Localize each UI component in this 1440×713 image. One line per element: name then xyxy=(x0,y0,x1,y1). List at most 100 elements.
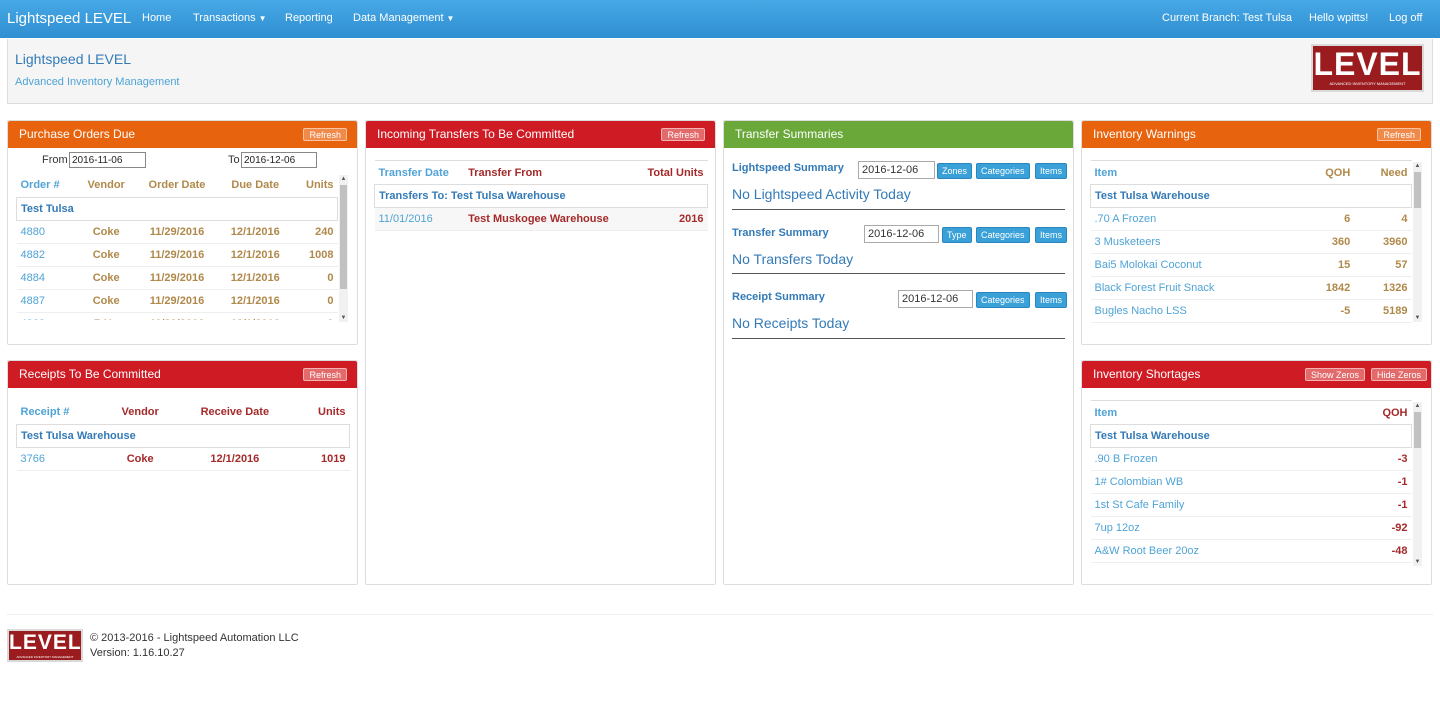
col-due-date[interactable]: Due Date xyxy=(218,173,292,198)
item-name[interactable]: .90 B Frozen xyxy=(1091,448,1339,471)
scrollbar[interactable]: ▲ ▼ xyxy=(339,175,348,322)
order-number[interactable]: 4887 xyxy=(17,289,78,312)
categories-button[interactable]: Categories xyxy=(976,163,1030,179)
receipt-number[interactable]: 3766 xyxy=(17,447,105,470)
col-item[interactable]: Item xyxy=(1090,160,1301,185)
scroll-down-icon[interactable]: ▼ xyxy=(1413,558,1422,566)
categories-button[interactable]: Categories xyxy=(976,292,1030,308)
to-date-input[interactable] xyxy=(241,152,317,168)
nav-logoff[interactable]: Log off xyxy=(1389,12,1422,24)
col-receive-date[interactable]: Receive Date xyxy=(175,400,295,425)
order-number[interactable]: 4880 xyxy=(17,220,78,243)
transfer-summaries-header: Transfer Summaries xyxy=(724,121,1073,148)
scroll-thumb[interactable] xyxy=(1414,172,1421,208)
item-name[interactable]: 3 Musketeers xyxy=(1091,231,1301,254)
items-button[interactable]: Items xyxy=(1035,292,1068,308)
table-row[interactable]: Bai5 Molokai Coconut 15 57 xyxy=(1090,254,1412,277)
transfer-date-input[interactable] xyxy=(864,225,939,243)
col-transfer-from[interactable]: Transfer From xyxy=(464,160,635,185)
col-order-date[interactable]: Order Date xyxy=(135,173,219,198)
col-vendor[interactable]: Vendor xyxy=(77,173,136,198)
navbar-brand[interactable]: Lightspeed LEVEL xyxy=(7,10,131,27)
refresh-button[interactable]: Refresh xyxy=(303,368,347,381)
scroll-up-icon[interactable]: ▲ xyxy=(1413,162,1422,170)
purchase-orders-table-wrap[interactable]: Order # Vendor Order Date Due Date Units… xyxy=(16,173,338,320)
hide-zeros-button[interactable]: Hide Zeros xyxy=(1370,368,1427,381)
table-row[interactable]: 11/01/2016 Test Muskogee Warehouse 2016 xyxy=(374,207,708,231)
table-row[interactable]: 1# Colombian WB -1 xyxy=(1090,471,1412,494)
col-item[interactable]: Item xyxy=(1090,400,1339,425)
transfer-date[interactable]: 11/01/2016 xyxy=(375,208,465,231)
col-qoh[interactable]: QOH xyxy=(1300,160,1355,185)
item-name[interactable]: .70 A Frozen xyxy=(1091,208,1301,231)
col-units[interactable]: Units xyxy=(291,173,338,198)
nav-data-management[interactable]: Data Management ▼ xyxy=(353,12,454,24)
receipt-date-input[interactable] xyxy=(898,290,973,308)
scroll-down-icon[interactable]: ▼ xyxy=(339,314,348,322)
item-name[interactable]: 1# Colombian WB xyxy=(1091,471,1339,494)
scroll-thumb[interactable] xyxy=(340,185,347,289)
scrollbar[interactable]: ▲ ▼ xyxy=(1413,162,1422,322)
col-receipt[interactable]: Receipt # xyxy=(16,400,105,425)
table-row[interactable]: .70 A Frozen 6 4 xyxy=(1090,208,1412,231)
items-button[interactable]: Items xyxy=(1035,227,1068,243)
item-name[interactable]: Bai5 Molokai Coconut xyxy=(1091,254,1301,277)
order-number[interactable]: 4882 xyxy=(17,243,78,266)
table-row[interactable]: 4884 Coke 11/29/2016 12/1/2016 0 xyxy=(16,266,338,289)
col-vendor[interactable]: Vendor xyxy=(104,400,176,425)
table-row[interactable]: 4888 7-Up 11/29/2016 12/1/2016 0 xyxy=(17,312,338,321)
table-row[interactable]: 7up 12oz -92 xyxy=(1090,517,1412,540)
categories-button[interactable]: Categories xyxy=(976,227,1030,243)
from-date-input[interactable] xyxy=(69,152,146,168)
table-row[interactable]: .90 B Frozen -3 xyxy=(1090,448,1412,471)
order-number[interactable]: 4888 xyxy=(17,312,78,321)
items-button[interactable]: Items xyxy=(1035,163,1068,179)
table-row[interactable]: 4887 Coke 11/29/2016 12/1/2016 0 xyxy=(16,289,338,312)
item-name[interactable]: 1st St Cafe Family xyxy=(1091,494,1339,517)
vendor: 7-Up xyxy=(77,312,135,321)
scroll-thumb[interactable] xyxy=(1414,412,1421,448)
scroll-down-icon[interactable]: ▼ xyxy=(1413,314,1422,322)
item-name[interactable]: Bugles Nacho LSS xyxy=(1091,300,1301,323)
col-units[interactable]: Units xyxy=(294,400,350,425)
warnings-table-wrap[interactable]: Item QOH Need Test Tulsa Warehouse .70 A… xyxy=(1090,160,1412,324)
table-row[interactable]: 4880 Coke 11/29/2016 12/1/2016 240 xyxy=(16,220,338,243)
table-row[interactable]: 3766 Coke 12/1/2016 1019 xyxy=(16,447,350,470)
zones-button[interactable]: Zones xyxy=(937,163,973,179)
item-name[interactable]: A&W Root Beer 20oz xyxy=(1091,540,1339,563)
nav-transactions[interactable]: Transactions ▼ xyxy=(193,12,266,24)
table-row[interactable]: 1st St Cafe Family -1 xyxy=(1090,494,1412,517)
table-row[interactable]: 3 Musketeers 360 3960 xyxy=(1090,231,1412,254)
scroll-up-icon[interactable]: ▲ xyxy=(1413,402,1422,410)
scrollbar[interactable]: ▲ ▼ xyxy=(1413,402,1422,566)
table-row[interactable]: 4882 Coke 11/29/2016 12/1/2016 1008 xyxy=(16,243,338,266)
transfer-message: No Transfers Today xyxy=(732,251,854,267)
refresh-button[interactable]: Refresh xyxy=(661,128,705,141)
refresh-button[interactable]: Refresh xyxy=(303,128,347,141)
item-name[interactable]: Black Forest Fruit Snack xyxy=(1091,277,1301,300)
type-button[interactable]: Type xyxy=(942,227,972,243)
nav-home[interactable]: Home xyxy=(142,12,171,24)
order-number[interactable]: 4884 xyxy=(17,266,78,289)
col-total-units[interactable]: Total Units xyxy=(634,160,708,185)
col-transfer-date[interactable]: Transfer Date xyxy=(374,160,465,185)
item-name[interactable]: 7up 12oz xyxy=(1091,517,1339,540)
table-row[interactable]: Black Forest Fruit Snack 1842 1326 xyxy=(1090,277,1412,300)
receipts-header: Receipts To Be Committed Refresh xyxy=(8,361,357,388)
col-qoh[interactable]: QOH xyxy=(1338,400,1412,425)
shortages-table-wrap[interactable]: Item QOH Test Tulsa Warehouse .90 B Froz… xyxy=(1090,400,1412,564)
refresh-button[interactable]: Refresh xyxy=(1377,128,1421,141)
col-order[interactable]: Order # xyxy=(16,173,78,198)
units: 0 xyxy=(292,312,338,321)
nav-hello-user[interactable]: Hello wpitts! xyxy=(1309,12,1368,24)
col-need[interactable]: Need xyxy=(1354,160,1412,185)
nav-reporting[interactable]: Reporting xyxy=(285,12,333,24)
table-row[interactable]: A&W Root Beer 20oz -48 xyxy=(1090,540,1412,563)
table-row[interactable]: Bugles Nacho LSS -5 5189 xyxy=(1090,300,1412,323)
chevron-down-icon: ▼ xyxy=(258,14,267,23)
nav-current-branch[interactable]: Current Branch: Test Tulsa xyxy=(1162,12,1292,24)
footer-divider xyxy=(7,614,1433,615)
show-zeros-button[interactable]: Show Zeros xyxy=(1304,368,1365,381)
scroll-up-icon[interactable]: ▲ xyxy=(339,175,348,183)
lightspeed-date-input[interactable] xyxy=(858,161,935,179)
